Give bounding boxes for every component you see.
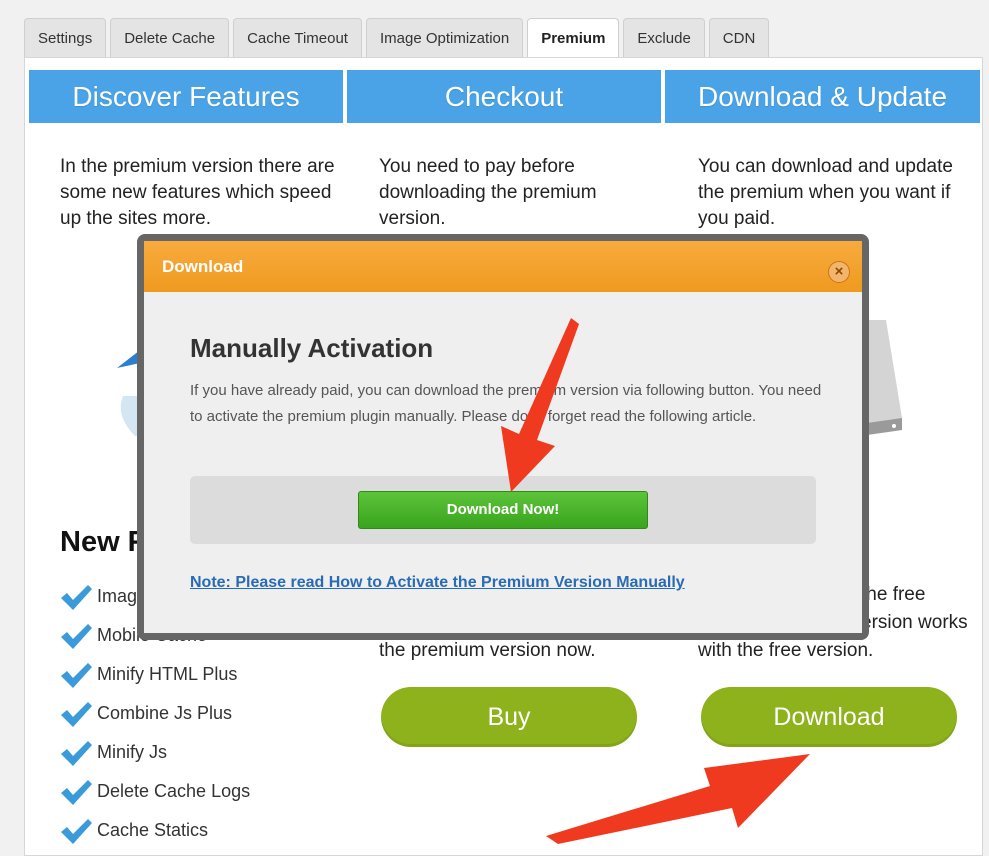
check-icon bbox=[61, 701, 92, 727]
check-icon bbox=[61, 584, 92, 610]
activation-article-link[interactable]: Note: Please read How to Activate the Pr… bbox=[190, 574, 685, 592]
discover-features-text: In the premium version there are some ne… bbox=[60, 156, 335, 229]
tab-delete-cache[interactable]: Delete Cache bbox=[110, 18, 230, 58]
check-icon bbox=[61, 740, 92, 766]
download-dialog-frame: Download × Manually Activation If you ha… bbox=[137, 234, 869, 640]
list-item: Delete Cache Logs bbox=[59, 772, 250, 811]
header-discover-features: Discover Features bbox=[29, 70, 343, 123]
list-item: Cache Statics bbox=[59, 811, 250, 850]
new-features-title: New F bbox=[60, 526, 146, 558]
check-icon bbox=[61, 623, 92, 649]
tab-premium[interactable]: Premium bbox=[527, 18, 620, 59]
check-icon bbox=[61, 662, 92, 688]
checkout-bottom-text: the premium version now. bbox=[379, 640, 596, 661]
checkout-text: You need to pay before downloading the p… bbox=[379, 156, 597, 229]
download-bottom-line3: with the free version. bbox=[698, 640, 874, 661]
check-icon bbox=[61, 779, 92, 805]
download-bottom-line1: the free bbox=[861, 584, 926, 605]
button-bar: Download Now! bbox=[190, 476, 816, 544]
manual-activation-title: Manually Activation bbox=[190, 333, 434, 363]
download-bottom-line2: ersion works bbox=[861, 612, 968, 633]
tab-cache-timeout[interactable]: Cache Timeout bbox=[233, 18, 362, 58]
download-update-text: You can download and update the premium … bbox=[698, 156, 953, 229]
feature-label: Minify Js bbox=[97, 742, 168, 762]
tab-settings[interactable]: Settings bbox=[24, 18, 107, 58]
download-dialog: Download × Manually Activation If you ha… bbox=[144, 241, 862, 633]
dialog-title: Download bbox=[162, 257, 244, 276]
tab-image-optimization[interactable]: Image Optimization bbox=[365, 18, 524, 58]
list-item: Combine Js Plus bbox=[59, 694, 250, 733]
buy-button[interactable]: Buy bbox=[381, 687, 637, 747]
close-icon[interactable]: × bbox=[828, 261, 850, 283]
tab-bar: Settings Delete Cache Cache Timeout Imag… bbox=[24, 18, 770, 59]
dialog-header: Download bbox=[144, 241, 862, 292]
header-download-update: Download & Update bbox=[665, 70, 980, 123]
download-button[interactable]: Download bbox=[701, 687, 957, 747]
feature-label: Combine Js Plus bbox=[97, 703, 233, 723]
tab-cdn[interactable]: CDN bbox=[708, 18, 770, 58]
header-checkout: Checkout bbox=[347, 70, 661, 123]
check-icon bbox=[61, 818, 92, 844]
feature-label: Delete Cache Logs bbox=[97, 781, 251, 801]
tab-exclude[interactable]: Exclude bbox=[623, 18, 705, 58]
manual-activation-text: If you have already paid, you can downlo… bbox=[190, 382, 822, 425]
feature-label: Cache Statics bbox=[97, 820, 209, 840]
list-item: Minify HTML Plus bbox=[59, 655, 250, 694]
download-now-button[interactable]: Download Now! bbox=[358, 491, 648, 529]
list-item: Minify Js bbox=[59, 733, 250, 772]
feature-label: Minify HTML Plus bbox=[97, 664, 238, 684]
